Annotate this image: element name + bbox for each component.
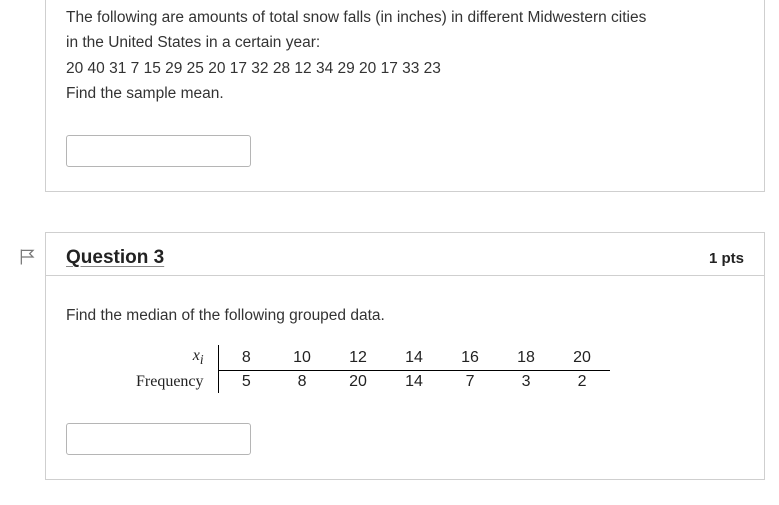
f-cell: 20 bbox=[330, 370, 386, 393]
freq-label-cell: Frequency bbox=[136, 370, 218, 393]
x-cell: 10 bbox=[274, 345, 330, 370]
x-cell: 14 bbox=[386, 345, 442, 370]
q2-prompt: Find the sample mean. bbox=[66, 82, 744, 105]
x-cell: 16 bbox=[442, 345, 498, 370]
grouped-data-table: xi 8 10 12 14 16 18 20 Frequency 5 8 20 … bbox=[136, 345, 610, 393]
f-cell: 3 bbox=[498, 370, 554, 393]
q2-answer-input[interactable] bbox=[66, 135, 251, 167]
question-2-body: The following are amounts of total snow … bbox=[46, 0, 764, 191]
question-3-text: Find the median of the following grouped… bbox=[66, 304, 744, 327]
question-2-text: The following are amounts of total snow … bbox=[66, 6, 744, 105]
q2-line-1: The following are amounts of total snow … bbox=[66, 6, 744, 29]
question-3-box: Question 3 1 pts Find the median of the … bbox=[45, 232, 765, 480]
question-3-header: Question 3 1 pts bbox=[46, 233, 764, 276]
x-label-cell: xi bbox=[136, 345, 218, 370]
q3-answer-input[interactable] bbox=[66, 423, 251, 455]
q3-prompt: Find the median of the following grouped… bbox=[66, 304, 744, 327]
table-row: xi 8 10 12 14 16 18 20 bbox=[136, 345, 610, 370]
question-3-body: Find the median of the following grouped… bbox=[46, 276, 764, 479]
q2-line-2: in the United States in a certain year: bbox=[66, 31, 744, 54]
x-cell: 8 bbox=[218, 345, 274, 370]
q2-data-line: 20 40 31 7 15 29 25 20 17 32 28 12 34 29… bbox=[66, 57, 744, 80]
table-row: Frequency 5 8 20 14 7 3 2 bbox=[136, 370, 610, 393]
f-cell: 2 bbox=[554, 370, 610, 393]
f-cell: 8 bbox=[274, 370, 330, 393]
x-cell: 12 bbox=[330, 345, 386, 370]
flag-icon[interactable] bbox=[18, 247, 38, 271]
question-2-box: The following are amounts of total snow … bbox=[45, 0, 765, 192]
question-3-title: Question 3 bbox=[66, 247, 164, 269]
f-cell: 5 bbox=[218, 370, 274, 393]
x-cell: 18 bbox=[498, 345, 554, 370]
x-cell: 20 bbox=[554, 345, 610, 370]
f-cell: 7 bbox=[442, 370, 498, 393]
f-cell: 14 bbox=[386, 370, 442, 393]
question-3-points: 1 pts bbox=[709, 250, 744, 267]
